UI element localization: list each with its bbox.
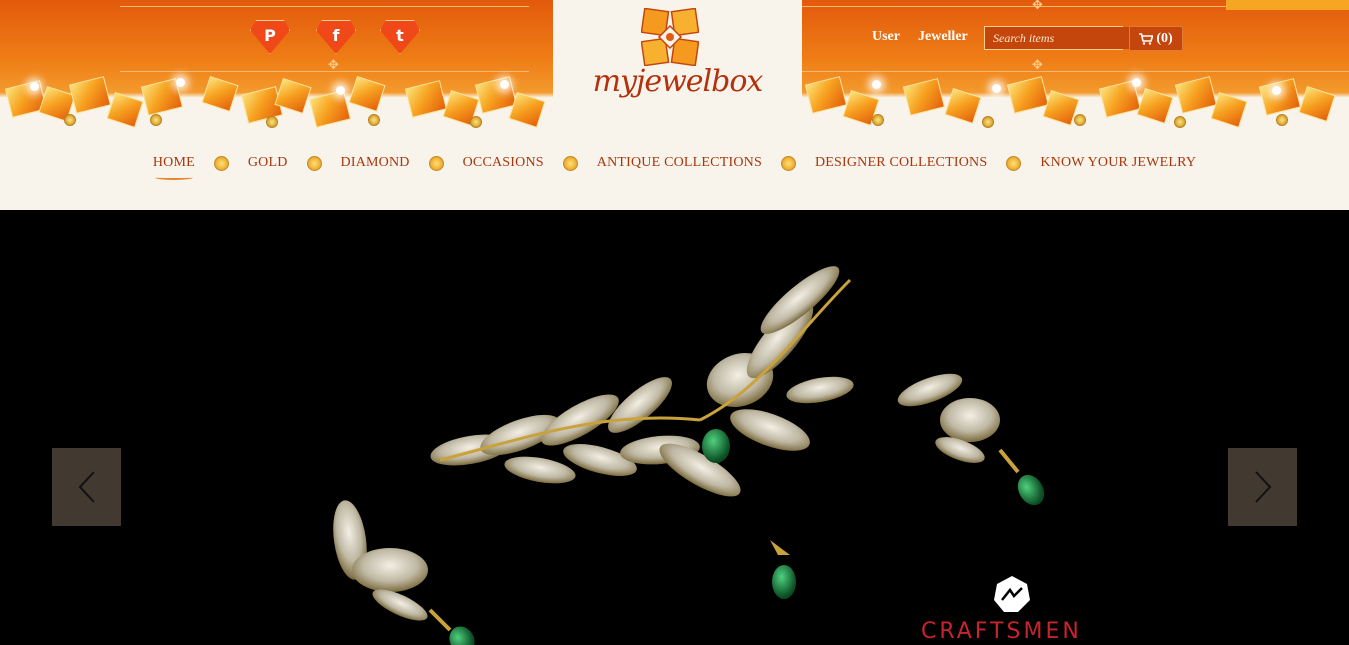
jeweller-link[interactable]: Jeweller [918, 29, 968, 45]
banner-rule [120, 71, 529, 72]
pinterest-link[interactable]: P [250, 20, 290, 54]
necklace-pendant [702, 429, 796, 599]
nav-item-gold[interactable]: GOLD [246, 155, 290, 171]
gem-decoration [1210, 92, 1248, 128]
banner-rule [802, 71, 1349, 72]
nav-separator-icon [780, 155, 796, 171]
main-nav: HOME GOLD DIAMOND OCCASIONS ANTIQUE COLL… [0, 155, 1349, 180]
gem-decoration [804, 76, 848, 114]
gem-decoration [1006, 76, 1050, 114]
nav-item-antique-collections[interactable]: ANTIQUE COLLECTIONS [595, 155, 764, 171]
gem-decoration [404, 80, 448, 118]
user-link[interactable]: User [872, 29, 900, 45]
coin-decoration [150, 114, 162, 126]
page: ✥ P f t myjewelbox ✥ ✥ User Jeweller Sea… [0, 0, 1349, 645]
cart-count: (0) [1156, 30, 1173, 46]
nav-item-diamond[interactable]: DIAMOND [339, 155, 412, 171]
nav-item-know-your-jewelry[interactable]: KNOW YOUR JEWELRY [1038, 155, 1198, 171]
sparkle-decoration [176, 78, 185, 87]
nav-separator-icon [562, 155, 578, 171]
nav-separator-icon [1006, 155, 1022, 171]
sparkle-decoration [30, 82, 39, 91]
coin-decoration [266, 116, 278, 128]
slider-prev-button[interactable] [52, 448, 121, 526]
craftsmen-watermark: CRAFTSMEN [921, 619, 1082, 644]
search-input[interactable] [985, 27, 1146, 49]
nav-separator-icon [428, 155, 444, 171]
banner-motif: ✥ [1032, 58, 1043, 73]
cart-button[interactable]: (0) [1129, 26, 1183, 51]
search-box [984, 26, 1157, 50]
sparkle-decoration [500, 80, 509, 89]
necklace-image [333, 266, 1045, 645]
gem-decoration [1258, 78, 1302, 116]
header-banner-right: ✥ ✥ [802, 0, 1349, 132]
banner-motif: ✥ [328, 58, 339, 73]
chevron-left-icon [78, 471, 95, 503]
gem-decoration [1298, 86, 1336, 122]
coin-decoration [64, 114, 76, 126]
coin-decoration [872, 114, 884, 126]
facebook-icon: f [332, 25, 340, 45]
logo-mark-icon[interactable] [641, 8, 699, 66]
gem-decoration [348, 76, 386, 112]
gem-decoration [944, 88, 982, 124]
hero-slider[interactable]: CRAFTSMEN [0, 210, 1349, 645]
brand-logo-text[interactable]: myjewelbox [553, 64, 802, 99]
sparkle-decoration [336, 86, 345, 95]
chevron-right-icon [1254, 471, 1271, 503]
banner-motif: ✥ [1032, 0, 1043, 13]
gem-decoration [1136, 88, 1174, 124]
twitter-icon: t [396, 25, 404, 45]
facebook-link[interactable]: f [316, 20, 356, 54]
earring-left [333, 500, 475, 645]
twitter-link[interactable]: t [380, 20, 420, 54]
banner-rule [120, 6, 529, 7]
sparkle-decoration [1272, 86, 1281, 95]
necklace-leaves [430, 266, 854, 497]
coin-decoration [982, 116, 994, 128]
slider-next-button[interactable] [1228, 448, 1297, 526]
pinterest-icon: P [264, 25, 276, 45]
coin-decoration [1174, 116, 1186, 128]
nav-separator-icon [306, 155, 322, 171]
gem-decoration [1174, 76, 1218, 114]
gem-decoration [68, 76, 112, 114]
header-banner-left: ✥ P f t [0, 0, 553, 132]
sparkle-decoration [872, 80, 881, 89]
nav-item-home[interactable]: HOME [151, 155, 197, 180]
coin-decoration [1276, 114, 1288, 126]
coin-decoration [1074, 114, 1086, 126]
sparkle-decoration [992, 84, 1001, 93]
gem-decoration [201, 76, 239, 112]
nav-item-designer-collections[interactable]: DESIGNER COLLECTIONS [813, 155, 989, 171]
coin-decoration [470, 116, 482, 128]
nav-separator-icon [213, 155, 229, 171]
craftsmen-logo-icon [994, 576, 1030, 612]
gem-decoration [106, 92, 144, 128]
gem-decoration [308, 90, 352, 128]
nav-item-occasions[interactable]: OCCASIONS [461, 155, 546, 171]
earring-right [897, 373, 1045, 506]
coin-decoration [368, 114, 380, 126]
corner-tab [1226, 0, 1349, 10]
sparkle-decoration [1132, 78, 1141, 87]
cart-icon [1139, 32, 1154, 45]
gem-decoration [902, 78, 946, 116]
